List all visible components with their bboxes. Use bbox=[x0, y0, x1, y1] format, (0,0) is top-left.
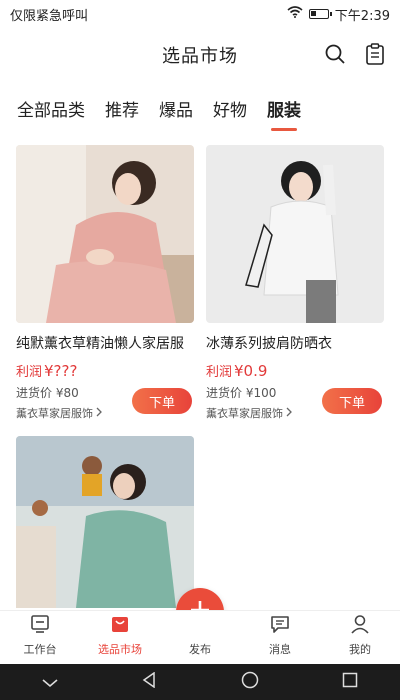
search-icon[interactable] bbox=[324, 42, 346, 66]
back-icon[interactable] bbox=[141, 671, 157, 692]
profit-value: ¥??? bbox=[44, 362, 78, 380]
order-button[interactable]: 下单 bbox=[132, 388, 192, 414]
workbench-icon bbox=[29, 613, 51, 635]
product-card[interactable]: 冰薄系列披肩防晒衣 利润 ¥0.9 进货价 ¥100 薰衣草家居服饰 下单 bbox=[206, 145, 384, 421]
nav-item-profile[interactable]: 我的 bbox=[320, 611, 400, 664]
chevron-right-icon bbox=[286, 407, 292, 420]
product-image[interactable] bbox=[16, 436, 194, 608]
store-name: 薰衣草家居服饰 bbox=[206, 407, 283, 420]
profit-label: 利润 bbox=[16, 365, 43, 380]
recents-icon[interactable] bbox=[342, 672, 358, 692]
status-bar: 仅限紧急呼叫 下午2:39 bbox=[0, 0, 400, 28]
nav-label-messages: 消息 bbox=[269, 643, 291, 656]
message-icon bbox=[269, 613, 291, 635]
status-left-text: 仅限紧急呼叫 bbox=[10, 8, 89, 24]
system-nav-bar bbox=[0, 664, 400, 700]
nav-label-publish: 发布 bbox=[189, 643, 211, 656]
bottom-nav: 工作台 选品市场 发布 消息 我的 bbox=[0, 610, 400, 664]
product-card[interactable]: 纯默薰衣草精油懒人家居服 利润 ¥??? 进货价 ¥80 薰衣草家居服饰 下单 bbox=[16, 145, 194, 421]
header: 选品市场 bbox=[0, 30, 400, 80]
nav-label-workbench: 工作台 bbox=[23, 643, 57, 656]
tab-recommended[interactable]: 推荐 bbox=[105, 96, 139, 121]
profit-label: 利润 bbox=[206, 365, 233, 380]
chevron-right-icon bbox=[96, 407, 102, 420]
nav-label-profile: 我的 bbox=[349, 643, 371, 656]
order-button[interactable]: 下单 bbox=[322, 388, 382, 414]
category-tabs: 全部品类 推荐 爆品 好物 服装 bbox=[0, 88, 400, 131]
product-title: 冰薄系列披肩防晒衣 bbox=[206, 336, 332, 352]
profile-icon bbox=[349, 613, 371, 635]
tab-good-items[interactable]: 好物 bbox=[213, 96, 247, 121]
product-image[interactable] bbox=[16, 145, 194, 323]
store-name: 薰衣草家居服饰 bbox=[16, 407, 93, 420]
nav-label-market: 选品市场 bbox=[98, 643, 142, 656]
wifi-icon bbox=[287, 6, 303, 22]
nav-item-market[interactable]: 选品市场 bbox=[80, 611, 160, 664]
status-right: 下午2:39 bbox=[287, 5, 390, 24]
home-icon[interactable] bbox=[241, 671, 259, 693]
product-image[interactable] bbox=[206, 145, 384, 323]
nav-item-messages[interactable]: 消息 bbox=[240, 611, 320, 664]
nav-publish-spacer bbox=[189, 613, 211, 635]
page-title: 选品市场 bbox=[162, 46, 238, 67]
tab-all-categories[interactable]: 全部品类 bbox=[17, 96, 85, 121]
profit-value: ¥0.9 bbox=[234, 362, 268, 380]
nav-item-workbench[interactable]: 工作台 bbox=[0, 611, 80, 664]
product-card[interactable] bbox=[16, 436, 194, 608]
status-time: 下午2:39 bbox=[334, 8, 390, 24]
product-title: 纯默薰衣草精油懒人家居服 bbox=[16, 336, 184, 352]
clipboard-icon[interactable] bbox=[364, 42, 386, 66]
market-bag-icon bbox=[109, 613, 131, 635]
profit-row: 利润 ¥??? bbox=[16, 361, 194, 380]
nav-item-publish[interactable]: 发布 bbox=[160, 611, 240, 664]
chevron-down-icon[interactable] bbox=[42, 673, 58, 692]
tab-clothing[interactable]: 服装 bbox=[267, 96, 301, 131]
profit-row: 利润 ¥0.9 bbox=[206, 361, 384, 380]
battery-icon bbox=[308, 9, 332, 19]
tab-hot[interactable]: 爆品 bbox=[159, 96, 193, 121]
